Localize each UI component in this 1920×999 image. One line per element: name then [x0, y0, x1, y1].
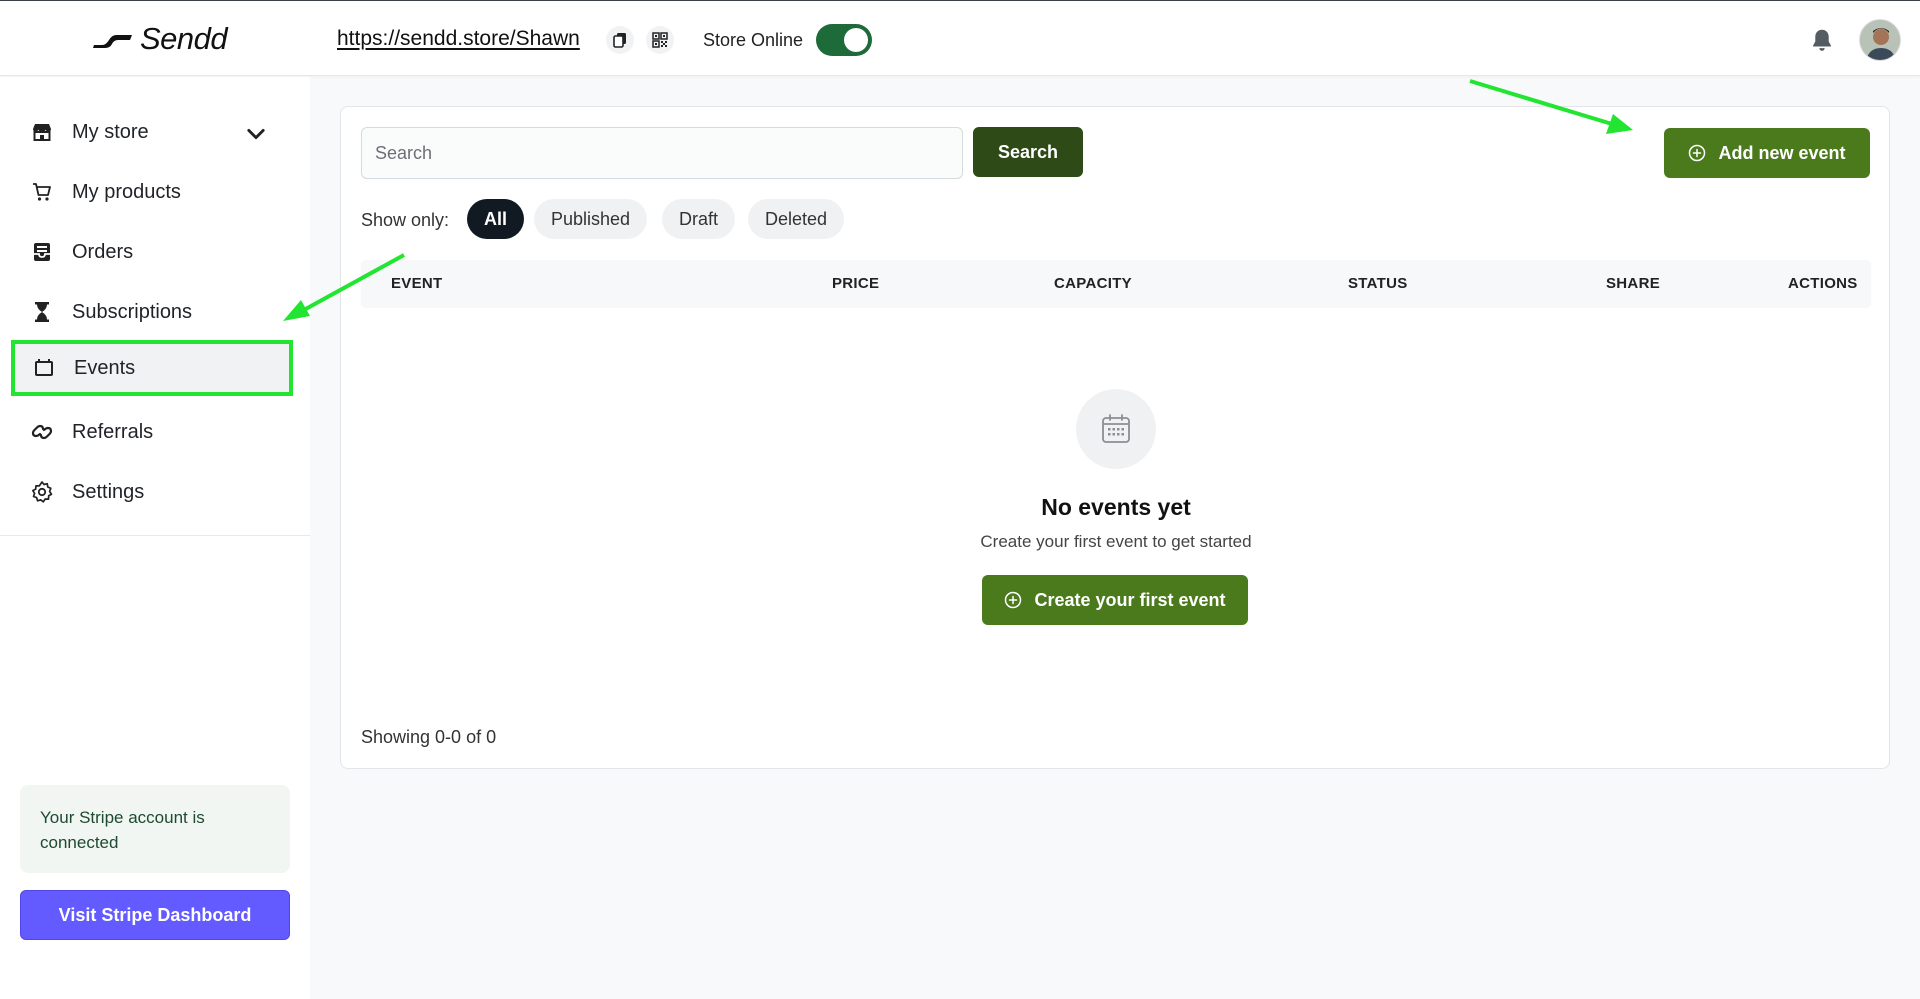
sidebar-item-label: Events	[74, 356, 136, 379]
sidebar-item-events[interactable]: Events	[11, 340, 293, 396]
pagination-summary: Showing 0-0 of 0	[361, 727, 497, 747]
add-new-event-button[interactable]: Add new event	[1664, 128, 1870, 178]
create-first-event-button[interactable]: Create your first event	[982, 575, 1248, 625]
qr-code-icon	[652, 32, 668, 48]
column-header-capacity[interactable]: CAPACITY	[1054, 275, 1132, 292]
stripe-status-notice: Your Stripe account is connected	[20, 785, 290, 873]
empty-state-illustration	[1076, 389, 1156, 469]
column-header-actions[interactable]: ACTIONS	[1788, 275, 1858, 292]
filter-chip-deleted[interactable]: Deleted	[748, 199, 845, 239]
sidebar-item-my-store[interactable]: My store	[14, 104, 290, 160]
copy-icon	[613, 33, 626, 48]
hourglass-icon	[35, 302, 49, 322]
notification-bell-icon[interactable]	[1809, 27, 1835, 53]
search-input[interactable]	[361, 127, 963, 179]
sidebar-divider	[0, 535, 310, 536]
sidebar-item-label: Subscriptions	[72, 300, 193, 323]
sidebar-item-label: My store	[72, 120, 149, 143]
sidebar-item-referrals[interactable]: Referrals	[14, 404, 290, 460]
store-status-label: Store Online	[703, 30, 804, 50]
filter-chip-all[interactable]: All	[467, 199, 525, 239]
store-url-link[interactable]: https://sendd.store/Shawn	[337, 27, 580, 51]
logo-mark-icon	[93, 35, 132, 48]
logo[interactable]: Sendd	[92, 21, 228, 56]
user-avatar[interactable]	[1859, 19, 1901, 61]
column-header-price[interactable]: PRICE	[832, 275, 879, 292]
ticket-icon	[35, 359, 53, 376]
sidebar-item-settings[interactable]: Settings	[14, 464, 290, 520]
filter-chip-draft[interactable]: Draft	[662, 199, 736, 239]
sidebar-item-label: Orders	[72, 240, 134, 263]
create-first-event-label: Create your first event	[1034, 589, 1226, 610]
sidebar-item-label: My products	[72, 180, 181, 203]
link-icon	[31, 424, 53, 440]
toggle-knob	[844, 28, 868, 52]
sidebar-item-label: Referrals	[72, 420, 154, 443]
sidebar-item-subscriptions[interactable]: Subscriptions	[14, 284, 290, 340]
top-bar: Sendd https://sendd.store/Shawn Store On…	[0, 0, 1920, 76]
plus-circle-icon	[1005, 591, 1022, 609]
column-header-event[interactable]: EVENT	[391, 275, 443, 292]
cart-icon	[33, 183, 51, 201]
store-icon	[33, 124, 51, 141]
chevron-down-icon[interactable]	[244, 122, 268, 146]
empty-state-title: No events yet	[1041, 494, 1191, 520]
plus-circle-icon	[1689, 144, 1706, 162]
logo-text: Sendd	[140, 21, 228, 56]
search-button[interactable]: Search	[973, 127, 1083, 177]
sidebar: My store My products Orders Subscription…	[0, 77, 310, 999]
copy-button[interactable]	[606, 26, 634, 54]
filter-chip-published[interactable]: Published	[534, 199, 648, 239]
add-new-event-label: Add new event	[1718, 142, 1846, 163]
avatar-icon	[1860, 20, 1900, 60]
events-card: Search Add new event Show only: All Publ…	[340, 106, 1890, 769]
column-header-status[interactable]: STATUS	[1348, 275, 1408, 292]
table-header: EVENT PRICE CAPACITY STATUS SHARE ACTION…	[361, 260, 1871, 308]
sidebar-item-my-products[interactable]: My products	[14, 164, 290, 220]
sidebar-item-label: Settings	[72, 480, 145, 503]
column-header-share[interactable]: SHARE	[1606, 275, 1660, 292]
empty-state-subtitle: Create your first event to get started	[980, 532, 1252, 551]
qr-code-button[interactable]	[646, 26, 674, 54]
visit-stripe-dashboard-button[interactable]: Visit Stripe Dashboard	[20, 890, 290, 940]
gear-icon	[31, 481, 53, 503]
store-online-toggle[interactable]	[816, 24, 872, 56]
inbox-icon	[34, 243, 50, 261]
calendar-icon	[1102, 414, 1130, 443]
sidebar-item-orders[interactable]: Orders	[14, 224, 290, 280]
filter-label: Show only:	[361, 210, 450, 230]
